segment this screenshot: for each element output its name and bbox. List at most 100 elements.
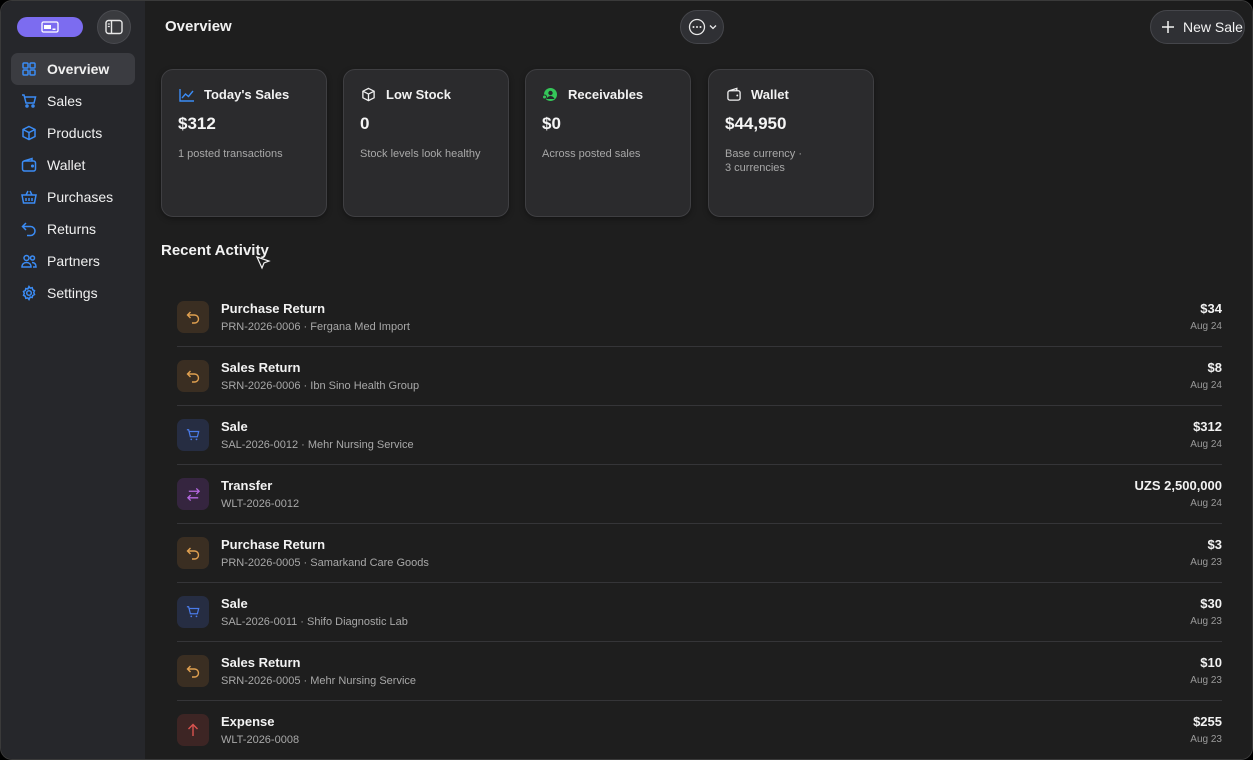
cube-icon	[21, 125, 37, 141]
sidebar-item-label: Returns	[47, 221, 97, 237]
activity-date: Aug 23	[1190, 734, 1222, 745]
activity-subtitle: WLT-2026-0012	[221, 498, 300, 510]
activity-title: Transfer	[221, 478, 273, 493]
wallet-icon	[21, 157, 37, 173]
activity-date: Aug 24	[1190, 498, 1222, 509]
activity-row[interactable]: Purchase Return PRN-2026-0005 · Samarkan…	[177, 524, 1222, 583]
sidebar-item-label: Settings	[47, 285, 98, 301]
sidebar-item-label: Overview	[47, 61, 110, 77]
card-value: $0	[542, 114, 561, 133]
activity-row[interactable]: Purchase Return PRN-2026-0006 · Fergana …	[177, 288, 1222, 347]
gear-icon	[21, 285, 37, 301]
card-value: 0	[360, 114, 370, 133]
sidebar-item-sales[interactable]: Sales	[11, 85, 135, 117]
sidebar-item-wallet[interactable]: Wallet	[11, 149, 135, 181]
sidebar-item-returns[interactable]: Returns	[11, 213, 135, 245]
activity-title: Purchase Return	[221, 537, 326, 552]
transfer-arrows-icon	[177, 478, 209, 510]
sidebar-item-partners[interactable]: Partners	[11, 245, 135, 277]
card-subtitle: 1 posted transactions	[178, 148, 283, 160]
activity-amount: $30	[1200, 596, 1222, 611]
people-green-icon	[542, 86, 559, 103]
activity-subtitle: PRN-2026-0005 · Samarkand Care Goods	[221, 557, 429, 569]
app-badge[interactable]	[17, 17, 83, 37]
activity-amount: UZS 2,500,000	[1134, 478, 1222, 493]
return-arrow-icon	[21, 221, 37, 237]
app-window: Overview Sales Products Wallet Purchases…	[0, 0, 1253, 760]
card-value: $312	[178, 114, 216, 133]
return-arrow-icon	[177, 301, 209, 333]
mouse-pointer-icon	[255, 255, 271, 270]
return-arrow-icon	[177, 537, 209, 569]
activity-row[interactable]: Expense WLT-2026-0008 $255 Aug 23	[177, 701, 1222, 759]
activity-list: Purchase Return PRN-2026-0006 · Fergana …	[177, 288, 1222, 759]
receivables-card[interactable]: Receivables $0 Across posted sales	[525, 69, 691, 217]
activity-subtitle: SRN-2026-0006 · Ibn Sino Health Group	[221, 380, 420, 392]
cart-icon	[177, 596, 209, 628]
activity-title: Sales Return	[221, 360, 301, 375]
card-title: Today's Sales	[204, 87, 290, 102]
activity-date: Aug 24	[1190, 380, 1222, 391]
activity-row[interactable]: Sales Return SRN-2026-0006 · Ibn Sino He…	[177, 347, 1222, 406]
activity-row[interactable]: Transfer WLT-2026-0012 UZS 2,500,000 Aug…	[177, 465, 1222, 524]
activity-row[interactable]: Sale SAL-2026-0012 · Mehr Nursing Servic…	[177, 406, 1222, 465]
ellipsis-circle-icon	[688, 18, 705, 36]
sidebar-item-label: Partners	[47, 253, 100, 269]
sidebar-item-settings[interactable]: Settings	[11, 277, 135, 309]
low-stock-card[interactable]: Low Stock 0 Stock levels look healthy	[343, 69, 509, 217]
activity-date: Aug 24	[1190, 439, 1222, 450]
sidebar-item-label: Purchases	[47, 189, 114, 205]
chevron-down-icon	[709, 25, 716, 30]
activity-subtitle: SAL-2026-0012 · Mehr Nursing Service	[221, 439, 414, 451]
activity-date: Aug 24	[1190, 321, 1222, 332]
cart-icon	[21, 93, 37, 109]
activity-date: Aug 23	[1190, 675, 1222, 686]
sidebar-nav: Overview Sales Products Wallet Purchases…	[11, 53, 135, 309]
main-content: Overview New Sale Today's Sales $312 1 p…	[145, 1, 1252, 759]
activity-row[interactable]: Sales Return SRN-2026-0005 · Mehr Nursin…	[177, 642, 1222, 701]
activity-amount: $255	[1193, 714, 1222, 729]
sidebar-item-products[interactable]: Products	[11, 117, 135, 149]
activity-title: Expense	[221, 714, 275, 729]
activity-subtitle: SRN-2026-0005 · Mehr Nursing Service	[221, 675, 417, 687]
more-options-button[interactable]	[680, 10, 724, 44]
card-title: Low Stock	[386, 87, 452, 102]
activity-row[interactable]: Sale SAL-2026-0011 · Shifo Diagnostic La…	[177, 583, 1222, 642]
sidebar: Overview Sales Products Wallet Purchases…	[1, 1, 145, 759]
card-title: Wallet	[751, 87, 789, 102]
activity-date: Aug 23	[1190, 557, 1222, 568]
cube-icon	[360, 86, 377, 103]
card-subtitle: Stock levels look healthy	[360, 148, 481, 160]
card-subtitle: Base currency · 3 currencies	[725, 148, 803, 174]
arrow-up-icon	[177, 714, 209, 746]
basket-icon	[21, 189, 37, 205]
activity-subtitle: WLT-2026-0008	[221, 734, 300, 746]
wallet-card[interactable]: Wallet $44,950 Base currency · 3 currenc…	[708, 69, 874, 217]
activity-title: Sales Return	[221, 655, 301, 670]
sidebar-item-overview[interactable]: Overview	[11, 53, 135, 85]
activity-subtitle: SAL-2026-0011 · Shifo Diagnostic Lab	[221, 616, 408, 628]
card-value: $44,950	[725, 114, 787, 133]
activity-subtitle: PRN-2026-0006 · Fergana Med Import	[221, 321, 410, 333]
activity-amount: $8	[1207, 360, 1222, 375]
sidebar-icon	[105, 19, 123, 35]
activity-title: Sale	[221, 419, 248, 434]
todays-sales-card[interactable]: Today's Sales $312 1 posted transactions	[161, 69, 327, 217]
return-arrow-icon	[177, 360, 209, 392]
activity-title: Sale	[221, 596, 248, 611]
sidebar-item-label: Products	[47, 125, 103, 141]
activity-amount: $312	[1193, 419, 1222, 434]
card-subtitle: Across posted sales	[542, 148, 641, 160]
sidebar-item-label: Wallet	[47, 157, 86, 173]
card-title: Receivables	[568, 87, 644, 102]
page-title: Overview	[165, 18, 232, 35]
activity-date: Aug 23	[1190, 616, 1222, 627]
sidebar-item-purchases[interactable]: Purchases	[11, 181, 135, 213]
trend-chart-icon	[178, 86, 195, 103]
activity-amount: $10	[1200, 655, 1222, 670]
return-arrow-icon	[177, 655, 209, 687]
people-icon	[21, 253, 37, 269]
id-card-icon	[41, 21, 59, 33]
new-sale-button[interactable]: New Sale	[1150, 10, 1245, 44]
sidebar-toggle-button[interactable]	[97, 10, 131, 44]
